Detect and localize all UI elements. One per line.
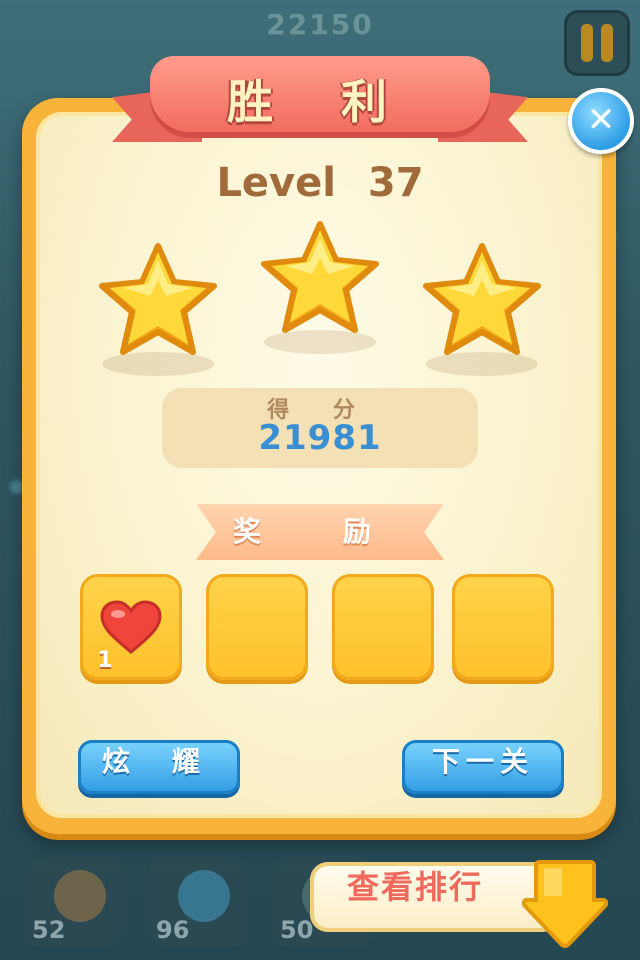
pause-button[interactable]	[564, 10, 630, 76]
star-icon	[96, 240, 220, 376]
swirl-icon	[178, 870, 230, 922]
next-level-label: 下一关	[431, 745, 534, 778]
tool-count: 96	[156, 916, 190, 944]
heart-icon	[100, 600, 162, 654]
reward-title: 奖 励	[233, 515, 407, 548]
reward-slots: 1	[80, 574, 560, 682]
arrow-down-icon[interactable]	[522, 856, 608, 950]
title-ribbon: 胜 利	[112, 48, 528, 148]
hammer-icon	[54, 870, 106, 922]
dialog-title: 胜 利	[226, 75, 413, 129]
star-rating	[0, 210, 640, 376]
reward-slot	[452, 574, 554, 680]
close-button[interactable]: ✕	[568, 88, 634, 154]
star-icon	[420, 240, 544, 376]
top-score: 22150	[266, 8, 374, 41]
show-off-label: 炫 耀	[102, 745, 216, 778]
reward-count: 1	[97, 648, 113, 673]
close-icon: ✕	[586, 100, 616, 140]
tool-hammer[interactable]: 52	[24, 856, 124, 948]
score-box: 得 分 21981	[162, 388, 478, 468]
star-icon	[258, 218, 382, 354]
level-label: Level 37	[216, 160, 424, 206]
pause-icon	[581, 24, 593, 62]
tool-count: 50	[280, 916, 314, 944]
tool-swirl[interactable]: 96	[148, 856, 248, 948]
tool-count: 52	[32, 916, 66, 944]
reward-slot: 1	[80, 574, 182, 680]
reward-slot	[206, 574, 308, 680]
next-level-button[interactable]: 下一关	[402, 740, 564, 794]
show-off-button[interactable]: 炫 耀	[78, 740, 240, 794]
score-value: 21981	[258, 418, 382, 458]
reward-slot	[332, 574, 434, 680]
